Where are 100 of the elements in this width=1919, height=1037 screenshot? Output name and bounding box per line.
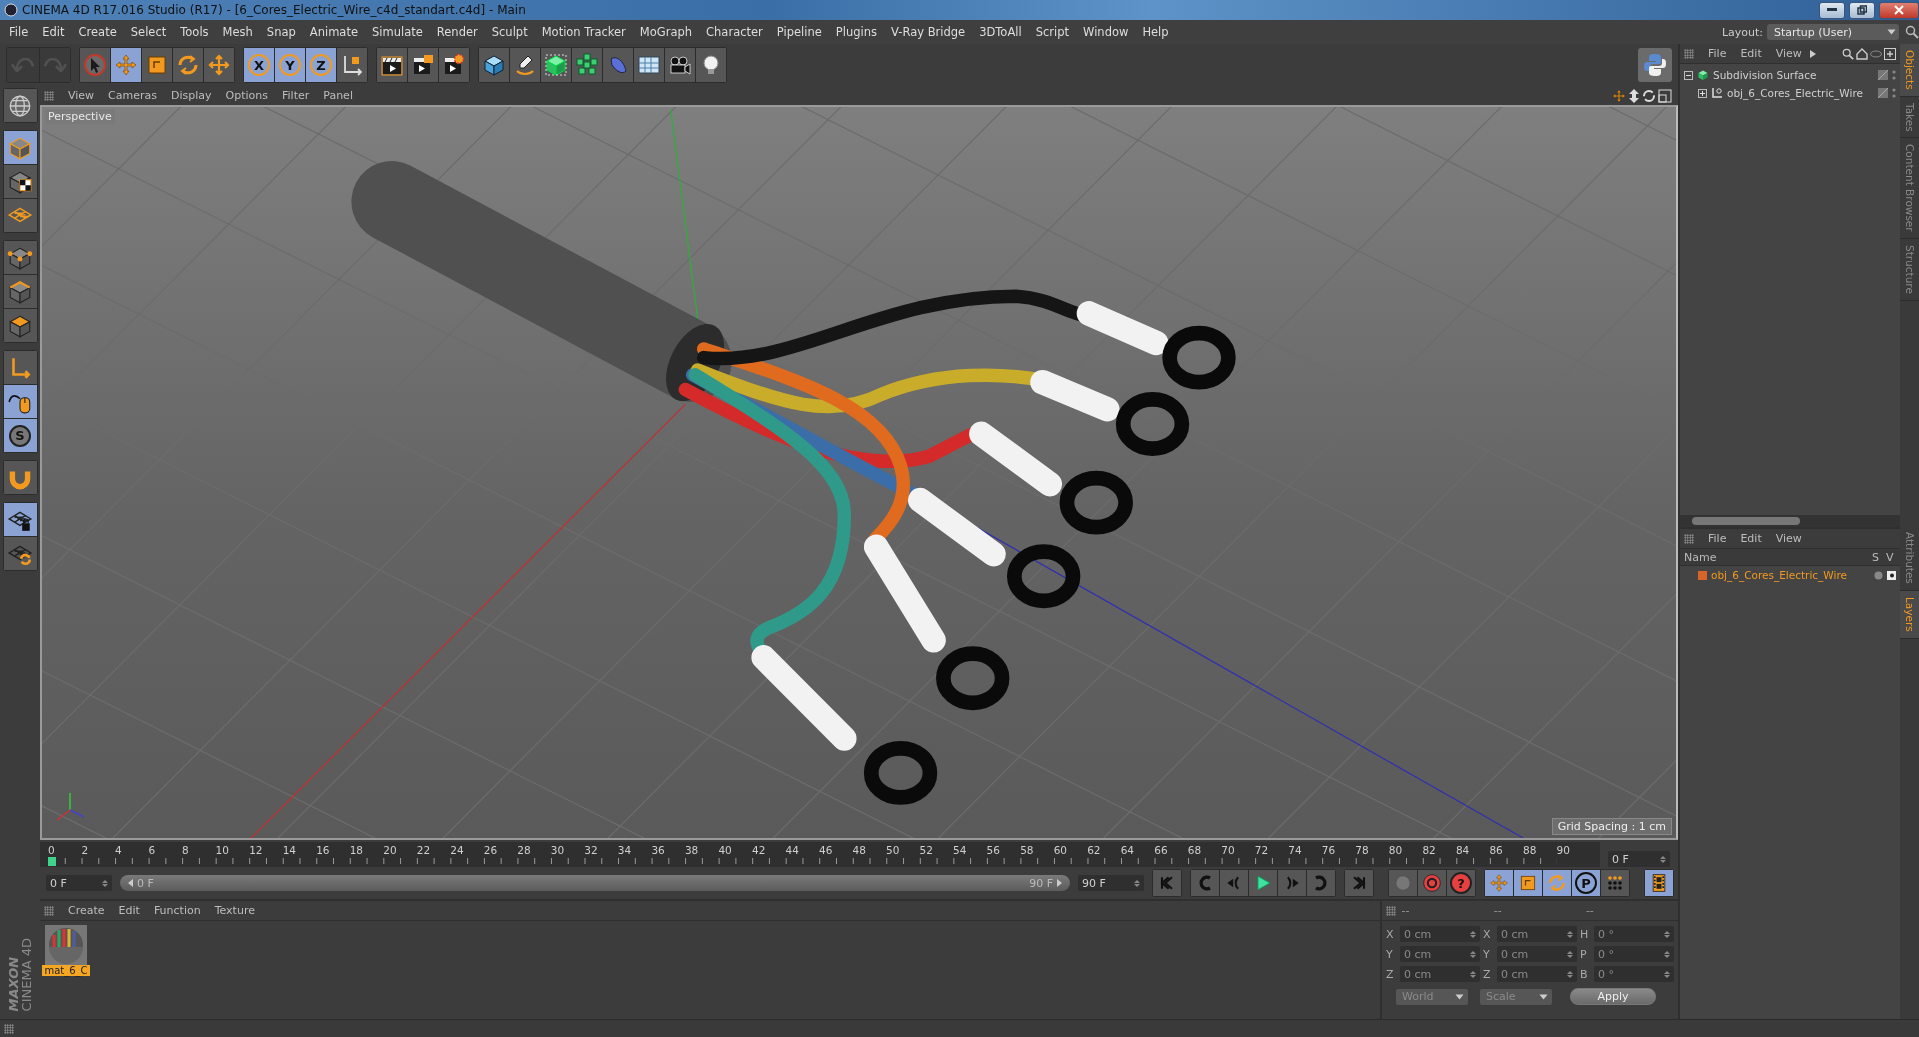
tool-button[interactable]: [377, 48, 407, 82]
tool-button[interactable]: S: [3, 419, 37, 452]
menu-item[interactable]: File: [2, 25, 36, 39]
expand-toggle[interactable]: [1684, 70, 1693, 80]
coordinate-field[interactable]: 0 cm: [1497, 946, 1577, 962]
material-menu-item[interactable]: Create: [62, 904, 111, 917]
scrollbar-thumb[interactable]: [1692, 517, 1800, 525]
menu-item[interactable]: Animate: [302, 25, 365, 39]
menu-item[interactable]: Create: [71, 25, 124, 39]
layer-name[interactable]: obj_6_Cores_Electric_Wire: [1711, 569, 1870, 581]
coordinate-field[interactable]: 0 °: [1594, 926, 1674, 942]
tool-button[interactable]: [3, 275, 37, 308]
menu-item[interactable]: Character: [699, 25, 770, 39]
tool-button[interactable]: [1601, 870, 1629, 896]
close-button[interactable]: [1879, 1, 1919, 19]
viewport-menu-item[interactable]: View: [62, 89, 101, 102]
menu-item[interactable]: Help: [1135, 25, 1176, 39]
tool-button[interactable]: [634, 48, 664, 82]
menu-item[interactable]: Script: [1028, 25, 1077, 39]
menu-item[interactable]: Render: [429, 25, 485, 39]
object-menu-item[interactable]: View: [1769, 47, 1808, 60]
tool-button[interactable]: [3, 131, 37, 164]
object-name[interactable]: Subdivision Surface: [1713, 69, 1874, 81]
layer-menu-item[interactable]: Edit: [1734, 532, 1768, 545]
tool-button[interactable]: [665, 48, 695, 82]
object-menu-item[interactable]: File: [1702, 47, 1733, 60]
playhead-marker[interactable]: [48, 857, 56, 866]
menu-item[interactable]: Edit: [35, 25, 72, 39]
coordinate-field[interactable]: 0 cm: [1400, 926, 1480, 942]
tool-button[interactable]: P: [1572, 870, 1600, 896]
viewport-menu-item[interactable]: Options: [219, 89, 274, 102]
tool-button[interactable]: [1645, 870, 1673, 896]
tool-button[interactable]: [3, 461, 37, 494]
menu-item[interactable]: Tools: [173, 25, 216, 39]
frame-tick-label: 48: [852, 843, 867, 856]
viewport-menu-item[interactable]: Cameras: [102, 89, 163, 102]
material-menu-item[interactable]: Function: [147, 904, 207, 917]
viewport-menu-item[interactable]: Filter: [276, 89, 316, 102]
coordinate-field[interactable]: 0 cm: [1400, 966, 1480, 982]
material-name[interactable]: mat_6_C: [42, 965, 90, 976]
cross-arrows-icon: [1612, 88, 1626, 103]
apply-button[interactable]: Apply: [1570, 988, 1656, 1005]
tool-button[interactable]: Y: [275, 48, 305, 82]
current-frame-field[interactable]: 0 F: [1608, 851, 1670, 867]
tool-button[interactable]: [3, 537, 37, 570]
frame-tick-label: 22: [416, 843, 432, 856]
tool-button[interactable]: [3, 241, 37, 274]
restore-icon: [1857, 5, 1867, 15]
coordinate-field[interactable]: 0 cm: [1497, 926, 1577, 942]
minimize-button[interactable]: [1819, 1, 1845, 19]
viewport-menu-item[interactable]: Display: [165, 89, 218, 102]
maximize-button[interactable]: [1849, 1, 1875, 19]
tool-button[interactable]: [3, 309, 37, 342]
viewport-menu-item[interactable]: Panel: [317, 89, 359, 102]
menu-item[interactable]: Pipeline: [769, 25, 829, 39]
material-menu-item[interactable]: Edit: [112, 904, 146, 917]
tool-button[interactable]: [439, 48, 469, 82]
menu-item[interactable]: Snap: [259, 25, 303, 39]
menu-item[interactable]: Mesh: [215, 25, 260, 39]
tool-button[interactable]: [3, 199, 37, 232]
menu-item[interactable]: Sculpt: [484, 25, 535, 39]
tool-button[interactable]: [3, 385, 37, 418]
side-tab[interactable]: Objects: [1900, 44, 1919, 97]
tool-button[interactable]: [3, 165, 37, 198]
timeline-ruler[interactable]: 0 2 4 6 8 10 12 14 16 18 20 22 24 26 28 30 32 34 36 38 40 42 44 46 48 50 52 54 56 58 60 62 64 66 68 70 72 74 76 78 80 82 84 86 88 90: [40, 842, 1600, 867]
layer-menu-item[interactable]: File: [1702, 532, 1733, 545]
tool-button[interactable]: ?: [1447, 870, 1475, 896]
menu-item[interactable]: V-Ray Bridge: [884, 25, 973, 39]
tool-button[interactable]: [696, 48, 726, 82]
coordinate-field[interactable]: 0 cm: [1497, 966, 1577, 982]
object-menu-item[interactable]: Edit: [1734, 47, 1768, 60]
end-frame-field[interactable]: 90 F: [1078, 875, 1144, 891]
menu-item[interactable]: Motion Tracker: [534, 25, 633, 39]
tool-button[interactable]: [3, 351, 37, 384]
material-menu-item[interactable]: Texture: [208, 904, 261, 917]
side-tab[interactable]: Layers: [1900, 591, 1919, 639]
menu-item[interactable]: 3DToAll: [972, 25, 1029, 39]
object-name[interactable]: obj_6_Cores_Electric_Wire: [1727, 87, 1874, 99]
menu-item[interactable]: Simulate: [365, 25, 430, 39]
menu-item[interactable]: MoGraph: [632, 25, 700, 39]
coordinate-field[interactable]: 0 °: [1594, 946, 1674, 962]
start-frame-field[interactable]: 0 F: [46, 875, 112, 891]
tool-button[interactable]: [3, 89, 37, 122]
coordinate-field[interactable]: 0 cm: [1400, 946, 1480, 962]
python-button[interactable]: [1638, 48, 1672, 82]
menu-item[interactable]: Window: [1076, 25, 1136, 39]
frame-tick-label: 46: [819, 843, 834, 856]
tool-button[interactable]: [3, 503, 37, 536]
expand-toggle[interactable]: [1698, 88, 1707, 98]
tool-button[interactable]: [408, 48, 438, 82]
menu-item[interactable]: Select: [123, 25, 174, 39]
layer-menu-item[interactable]: View: [1769, 532, 1808, 545]
tool-button[interactable]: [479, 48, 509, 82]
eye-icon: [1870, 49, 1882, 58]
layout-dropdown[interactable]: Startup (User): [1767, 24, 1899, 40]
menu-item[interactable]: Plugins: [828, 25, 885, 39]
tool-button[interactable]: Z: [306, 48, 336, 82]
tool-button[interactable]: [510, 48, 540, 82]
tool-button[interactable]: X: [244, 48, 274, 82]
coordinate-field[interactable]: 0 °: [1594, 966, 1674, 982]
